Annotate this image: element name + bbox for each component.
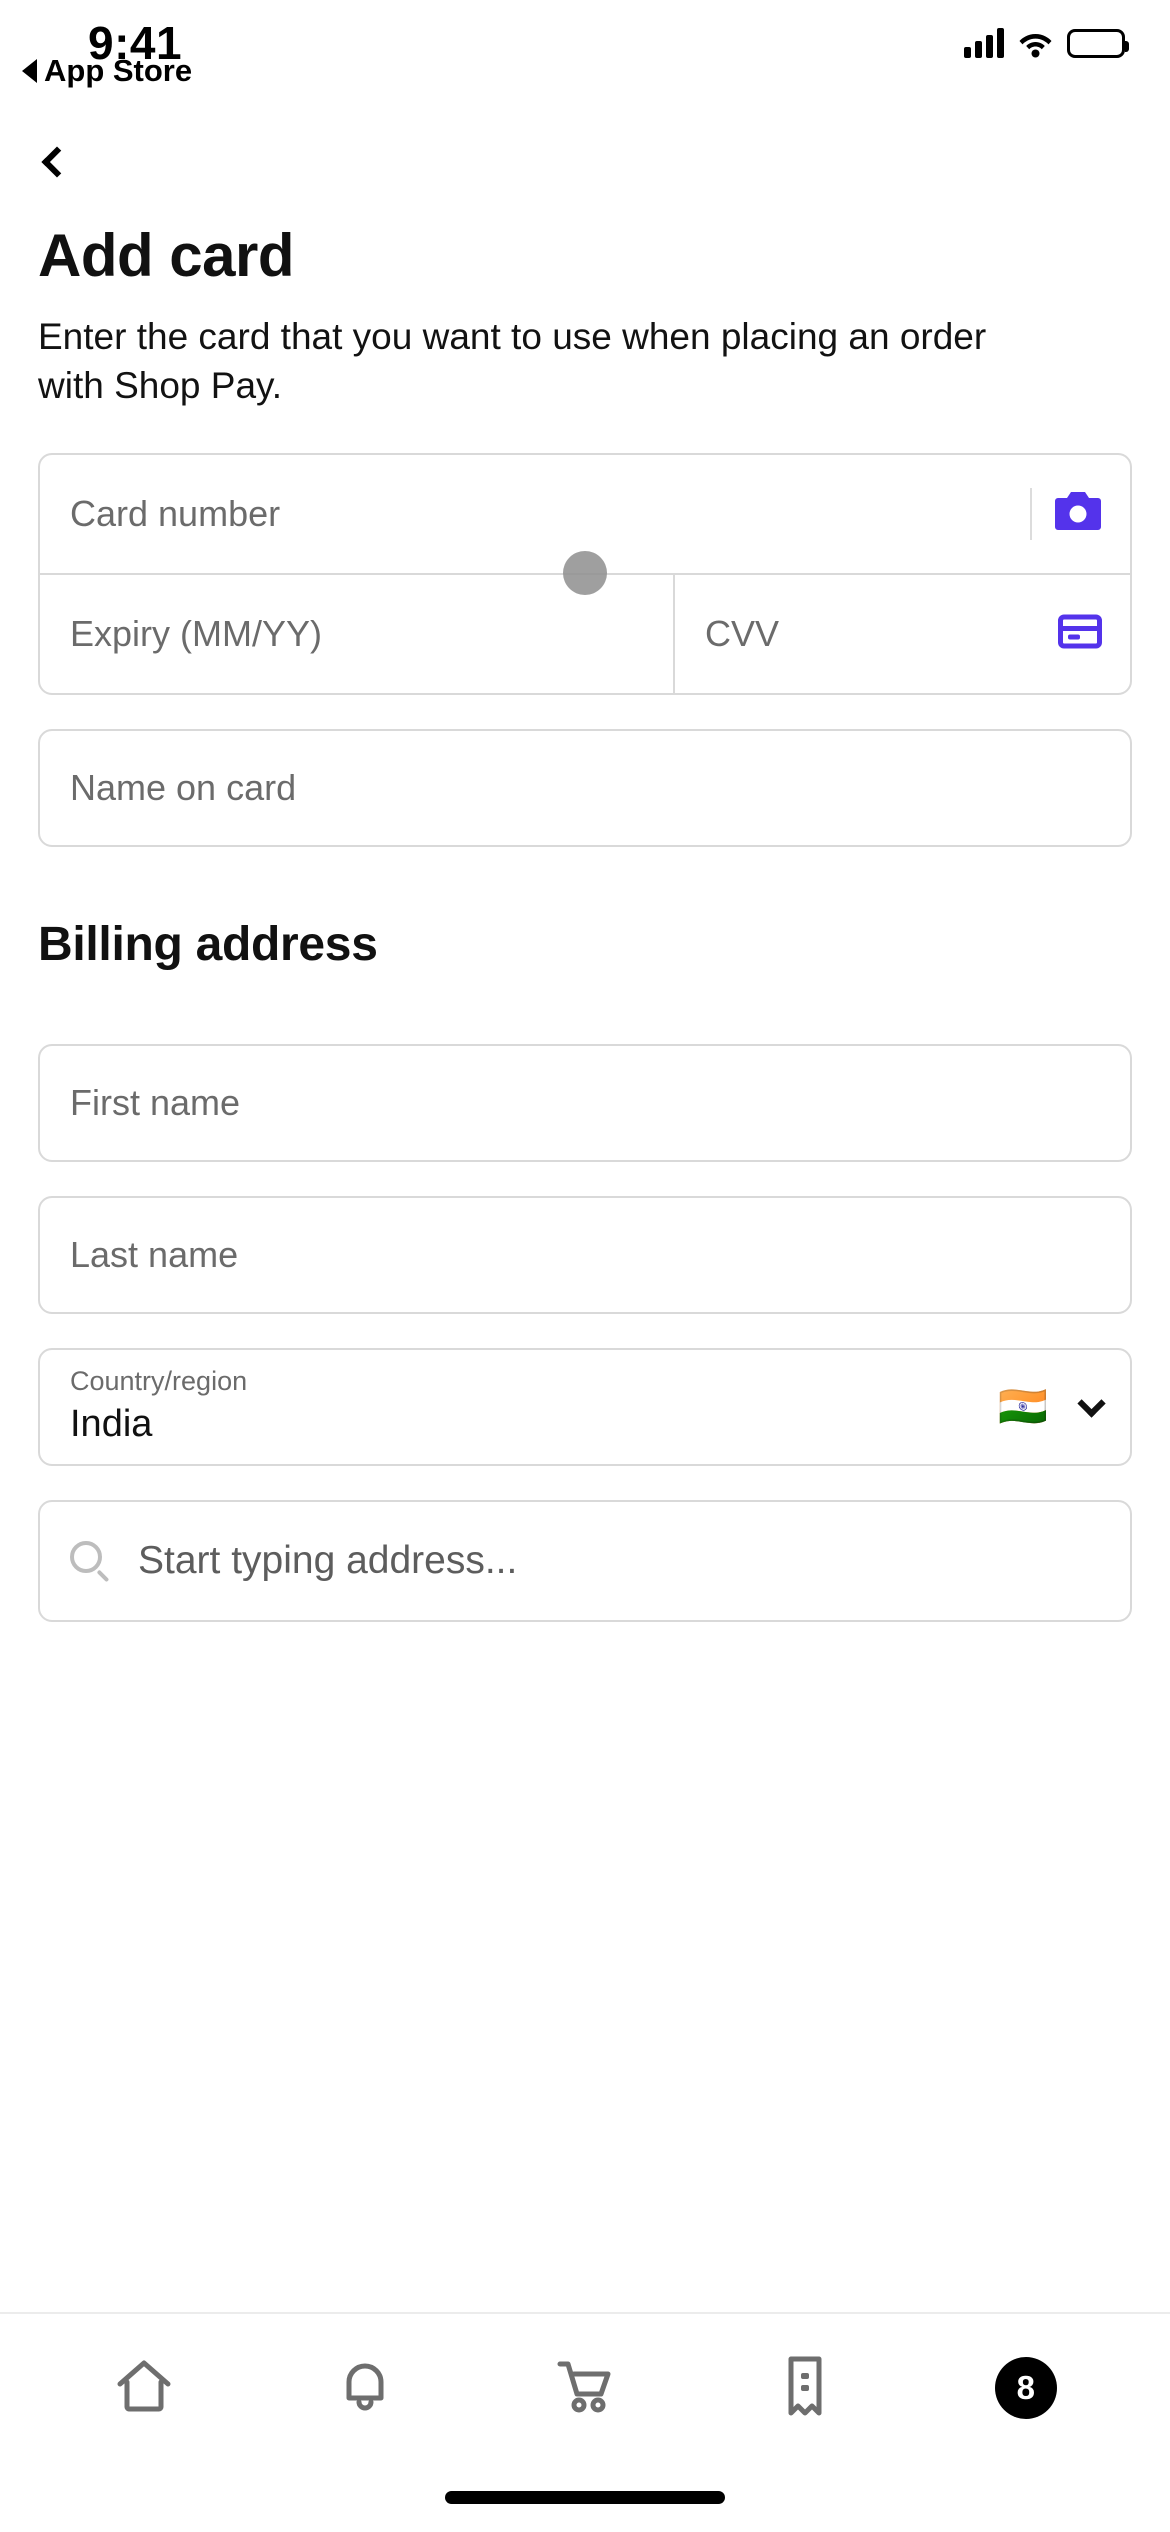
name-on-card-field[interactable]: Name on card	[38, 728, 1132, 847]
home-icon	[114, 2357, 174, 2420]
search-icon	[70, 1540, 110, 1582]
divider	[1030, 487, 1032, 540]
last-name-placeholder: Last name	[70, 1233, 239, 1275]
cvv-field[interactable]: CVV	[675, 575, 1130, 693]
count-badge: 8	[994, 2357, 1057, 2419]
status-bar: 9:41 App Store	[0, 0, 1170, 106]
expiry-placeholder: Expiry (MM/YY)	[70, 612, 322, 654]
receipt-icon	[781, 2355, 829, 2422]
chevron-down-icon[interactable]	[1077, 1388, 1106, 1418]
india-flag-icon: 🇮🇳	[998, 1384, 1048, 1429]
battery-full-icon	[1067, 29, 1129, 58]
back-button[interactable]	[40, 130, 104, 194]
main-content: Add card Enter the card that you want to…	[0, 106, 1170, 2312]
billing-address-heading: Billing address	[38, 917, 378, 971]
chevron-left-icon	[41, 146, 73, 178]
page-title: Add card	[38, 222, 295, 289]
cvv-placeholder: CVV	[704, 612, 780, 654]
shopping-cart-icon	[554, 2356, 616, 2421]
page-description: Enter the card that you want to use when…	[38, 316, 987, 406]
tab-orders[interactable]	[740, 2343, 870, 2433]
tab-notifications[interactable]	[300, 2343, 430, 2433]
card-number-field[interactable]: Card number	[40, 455, 1130, 573]
cvv-trailing	[1058, 614, 1102, 653]
tab-home[interactable]	[79, 2343, 209, 2433]
back-app-label: App Store	[44, 53, 193, 88]
expiry-field[interactable]: Expiry (MM/YY)	[40, 575, 673, 693]
tab-cart[interactable]	[520, 2343, 650, 2433]
country-region-label: Country/region	[70, 1366, 248, 1397]
tab-account[interactable]: 8	[961, 2343, 1091, 2433]
address-search-placeholder: Start typing address...	[138, 1538, 518, 1582]
home-indicator-area	[0, 2462, 1170, 2532]
country-region-value: India	[70, 1402, 153, 1445]
triangle-left-icon	[22, 59, 37, 83]
country-region-trailing: 🇮🇳	[998, 1384, 1106, 1429]
status-bar-indicators	[964, 28, 1129, 58]
wifi-icon	[1018, 28, 1053, 58]
credit-card-icon[interactable]	[1058, 614, 1102, 653]
country-region-select[interactable]: Country/region India 🇮🇳	[38, 1347, 1132, 1466]
card-details-group: Card number Expiry (MM/YY) CVV	[38, 452, 1132, 695]
add-card-screen: 9:41 App Store Add card Enter the card t…	[0, 0, 1170, 2532]
first-name-field[interactable]: First name	[38, 1043, 1132, 1162]
bottom-tab-bar: 8	[0, 2312, 1170, 2462]
name-on-card-placeholder: Name on card	[70, 766, 297, 808]
first-name-placeholder: First name	[70, 1081, 241, 1123]
bell-icon	[337, 2356, 393, 2421]
address-search-field[interactable]: Start typing address...	[38, 1499, 1132, 1622]
last-name-field[interactable]: Last name	[38, 1195, 1132, 1314]
back-to-app-store-link[interactable]: App Store	[22, 53, 192, 89]
card-number-trailing	[1030, 487, 1102, 540]
cellular-signal-icon	[964, 28, 1004, 58]
expiry-cvv-row: Expiry (MM/YY) CVV	[40, 574, 1130, 693]
home-indicator[interactable]	[445, 2490, 725, 2504]
camera-icon[interactable]	[1054, 491, 1102, 536]
card-number-placeholder: Card number	[70, 492, 281, 534]
